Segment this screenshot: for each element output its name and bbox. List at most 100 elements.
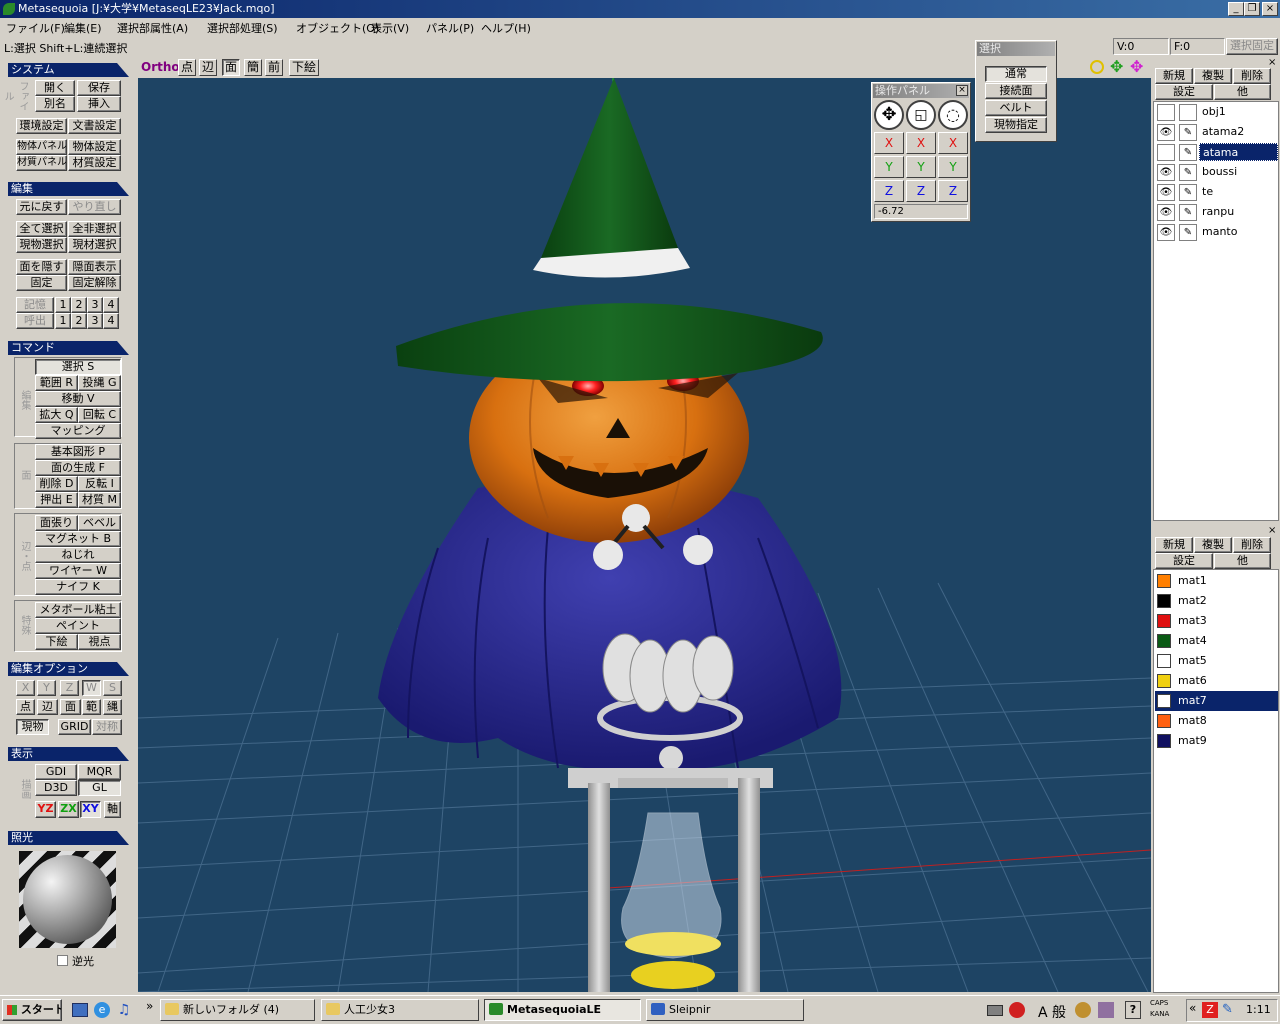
face-mode-button[interactable]: 面 bbox=[60, 699, 81, 715]
eye-icon[interactable]: 👁 bbox=[1157, 124, 1175, 141]
task-new-folder[interactable]: 新しいフォルダ (4) bbox=[160, 999, 315, 1021]
save-button[interactable]: 保存 bbox=[77, 80, 121, 96]
move-y-button[interactable]: Y bbox=[874, 156, 904, 178]
task-sleipnir[interactable]: Sleipnir bbox=[646, 999, 804, 1021]
viewpoint-button[interactable]: 視点 bbox=[78, 634, 121, 650]
material-row-mat7[interactable]: mat7 bbox=[1155, 691, 1278, 711]
material-color-swatch[interactable] bbox=[1157, 574, 1171, 588]
range-mode-button[interactable]: 範 bbox=[82, 699, 101, 715]
material-tool-button[interactable]: 材質 M bbox=[78, 492, 121, 508]
rotate-x-button[interactable]: X bbox=[938, 132, 968, 154]
range-tool-button[interactable]: 範囲 R bbox=[35, 375, 78, 391]
material-duplicate-button[interactable]: 複製 bbox=[1194, 537, 1232, 553]
material-color-swatch[interactable] bbox=[1157, 634, 1171, 648]
select-tool-button[interactable]: 選択 S bbox=[35, 359, 121, 375]
3d-viewport[interactable] bbox=[138, 78, 1151, 992]
bevel-button[interactable]: ベベル bbox=[78, 515, 121, 531]
rotate-mode-icon[interactable]: ◌ bbox=[938, 100, 968, 130]
select-belt-button[interactable]: ベルト bbox=[985, 100, 1047, 116]
pan-icon[interactable]: ✥ bbox=[1110, 59, 1126, 75]
operation-panel-close-icon[interactable]: × bbox=[956, 85, 968, 96]
rotate-y-button[interactable]: Y bbox=[938, 156, 968, 178]
menu-edit[interactable]: 編集(E) bbox=[64, 20, 102, 36]
deselect-all-button[interactable]: 全非選択 bbox=[68, 221, 121, 237]
open-button[interactable]: 開く bbox=[35, 80, 75, 96]
object-row-atama2[interactable]: 👁 ✎ atama2 bbox=[1155, 122, 1278, 142]
minimize-button[interactable]: _ bbox=[1228, 2, 1244, 16]
eye-icon[interactable]: 👁 bbox=[1157, 164, 1175, 181]
object-panel-button[interactable]: 物体パネル bbox=[16, 139, 67, 155]
world-coord-button[interactable]: W bbox=[82, 680, 101, 696]
material-row-mat3[interactable]: mat3 bbox=[1155, 611, 1278, 631]
material-row-mat1[interactable]: mat1 bbox=[1155, 571, 1278, 591]
wire-tool-button[interactable]: ワイヤー W bbox=[35, 563, 121, 579]
material-row-mat9[interactable]: mat9 bbox=[1155, 731, 1278, 751]
move-z-button[interactable]: Z bbox=[874, 180, 904, 202]
scale-mode-icon[interactable]: ◱ bbox=[906, 100, 936, 130]
visibility-toggle[interactable] bbox=[1157, 104, 1175, 121]
help-icon[interactable]: ? bbox=[1125, 1001, 1141, 1019]
memory-button[interactable]: 記憶 bbox=[16, 297, 54, 313]
axis-button[interactable]: 軸 bbox=[104, 801, 121, 818]
pen-icon[interactable]: ✎ bbox=[1179, 164, 1197, 181]
show-edges-button[interactable]: 辺 bbox=[199, 59, 217, 76]
lock-toggle[interactable] bbox=[1179, 104, 1197, 121]
ime-tools-icon[interactable] bbox=[1075, 1002, 1091, 1018]
view-xy-button[interactable]: XY bbox=[80, 801, 101, 818]
object-row-ranpu[interactable]: 👁 ✎ ranpu bbox=[1155, 202, 1278, 222]
delete-tool-button[interactable]: 削除 D bbox=[35, 476, 78, 492]
twist-tool-button[interactable]: ねじれ bbox=[35, 547, 121, 563]
eye-icon[interactable]: 👁 bbox=[1157, 184, 1175, 201]
material-delete-button[interactable]: 削除 bbox=[1233, 537, 1271, 553]
start-button[interactable]: スタート bbox=[2, 999, 62, 1021]
select-current-obj-button[interactable]: 現物指定 bbox=[985, 117, 1047, 133]
task-metasequoia[interactable]: MetasequoiaLE bbox=[484, 999, 641, 1021]
memory-slot-3[interactable]: 3 bbox=[87, 297, 103, 313]
material-row-mat2[interactable]: mat2 bbox=[1155, 591, 1278, 611]
ortho-label[interactable]: Ortho bbox=[141, 60, 180, 74]
symmetry-button[interactable]: 対称 bbox=[92, 719, 122, 735]
tray-expand-icon[interactable]: « bbox=[1189, 1001, 1196, 1015]
object-other-button[interactable]: 他 bbox=[1214, 84, 1271, 100]
menu-view[interactable]: 表示(V) bbox=[371, 20, 409, 36]
restore-button[interactable]: ❐ bbox=[1244, 2, 1260, 16]
grid-button[interactable]: GRID bbox=[58, 719, 91, 735]
memory-slot-1[interactable]: 1 bbox=[55, 297, 71, 313]
select-connected-button[interactable]: 接続面 bbox=[985, 83, 1047, 99]
gl-button[interactable]: GL bbox=[78, 780, 121, 796]
scale-x-button[interactable]: X bbox=[906, 132, 936, 154]
face-create-button[interactable]: 面の生成 F bbox=[35, 460, 121, 476]
mapping-tool-button[interactable]: マッピング bbox=[35, 423, 121, 439]
simple-view-button[interactable]: 簡 bbox=[244, 59, 262, 76]
metaball-button[interactable]: メタボール粘土 bbox=[35, 602, 121, 618]
magnet-tool-button[interactable]: マグネット B bbox=[35, 531, 121, 547]
material-color-swatch[interactable] bbox=[1157, 694, 1171, 708]
insert-button[interactable]: 挿入 bbox=[77, 96, 121, 112]
material-row-mat8[interactable]: mat8 bbox=[1155, 711, 1278, 731]
gdi-button[interactable]: GDI bbox=[35, 764, 77, 780]
material-new-button[interactable]: 新規 bbox=[1155, 537, 1193, 553]
object-row-manto[interactable]: 👁 ✎ manto bbox=[1155, 222, 1278, 242]
flip-tool-button[interactable]: 反転 I bbox=[78, 476, 121, 492]
material-row-mat5[interactable]: mat5 bbox=[1155, 651, 1278, 671]
close-button[interactable]: × bbox=[1262, 2, 1278, 16]
object-row-boussi[interactable]: 👁 ✎ boussi bbox=[1155, 162, 1278, 182]
object-row-atama[interactable]: ✎ atama bbox=[1155, 142, 1278, 162]
visibility-toggle[interactable] bbox=[1157, 144, 1175, 161]
material-panel-button[interactable]: 材質パネル bbox=[16, 155, 67, 171]
draft-view-button[interactable]: 下絵 bbox=[289, 59, 319, 76]
media-icon[interactable]: ♫ bbox=[116, 1002, 132, 1018]
memory-slot-4[interactable]: 4 bbox=[103, 297, 119, 313]
recall-slot-2[interactable]: 2 bbox=[71, 313, 87, 329]
rotate-view-icon[interactable]: ✥ bbox=[1130, 59, 1146, 75]
d3d-button[interactable]: D3D bbox=[35, 780, 77, 796]
menu-file[interactable]: ファイル(F) bbox=[6, 20, 65, 36]
material-color-swatch[interactable] bbox=[1157, 714, 1171, 728]
pen-tray-icon[interactable]: ✎ bbox=[1222, 1002, 1233, 1017]
edge-mode-button[interactable]: 辺 bbox=[37, 699, 58, 715]
move-tool-button[interactable]: 移動 V bbox=[35, 391, 121, 407]
material-color-swatch[interactable] bbox=[1157, 654, 1171, 668]
show-points-button[interactable]: 点 bbox=[178, 59, 196, 76]
menu-select-attr[interactable]: 選択部属性(A) bbox=[117, 20, 188, 36]
face-fill-button[interactable]: 面張り bbox=[35, 515, 78, 531]
